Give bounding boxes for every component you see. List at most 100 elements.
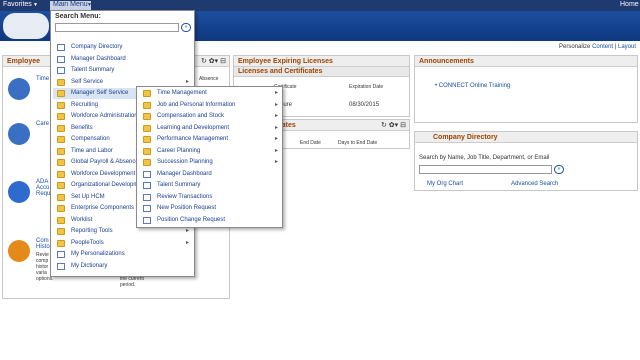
end-date-column-header: End Date [300, 140, 321, 146]
main-menu-item-label: Workforce Administration [71, 113, 138, 119]
advanced-search-link[interactable]: Advanced Search [511, 181, 558, 187]
folder-icon [57, 147, 65, 155]
submenu-item[interactable]: Career Planning ▸ [139, 146, 282, 157]
main-menu-item-label: My Dictionary [71, 262, 108, 269]
folder-icon [57, 159, 65, 166]
submenu-item-label: Career Planning [157, 147, 201, 154]
submenu-item-label: Learning and Development [157, 124, 230, 131]
pagelet-tools-icon[interactable]: ↻ ✿▾ ⊟ [201, 57, 226, 65]
main-menu-item[interactable]: Talent Summary [53, 65, 193, 76]
folder-icon [57, 170, 65, 178]
personalize-label: Personalize [559, 44, 591, 50]
main-menu-item-label: Workforce Development [71, 170, 136, 177]
submenu-item[interactable]: Compensation and Stock ▸ [139, 111, 282, 122]
folder-icon [143, 136, 151, 143]
menu-search-button[interactable]: » [181, 23, 191, 32]
folder-icon [57, 228, 65, 235]
folder-icon [143, 113, 151, 120]
personalize-bar: Personalize Content | Layout [559, 44, 636, 50]
submenu-arrow-icon: ▸ [185, 239, 189, 246]
main-menu-chevron-icon[interactable]: ▼ [87, 2, 92, 8]
folder-icon [57, 239, 65, 247]
main-menu-item-label: Self Service [71, 78, 104, 85]
accessibility-icon[interactable] [8, 181, 30, 203]
document-icon [57, 55, 65, 63]
directory-search-label: Search by Name, Job Title, Department, o… [419, 155, 550, 161]
submenu-item[interactable]: Review Transactions [139, 192, 282, 203]
ada-tile-title[interactable]: ADA Acco Requ [36, 179, 50, 197]
directory-search-button[interactable]: » [554, 165, 564, 174]
company-directory-pagelet: Company Directory Search by Name, Job Ti… [414, 131, 638, 191]
folder-icon [57, 216, 65, 224]
document-icon [57, 67, 65, 74]
compensation-tile-icon[interactable] [8, 240, 30, 262]
announcement-item[interactable]: CONNECT Online Training [439, 83, 511, 89]
main-menu-item-label: Time and Labor [71, 147, 113, 154]
submenu-arrow-icon: ▸ [274, 101, 278, 108]
folder-icon [143, 101, 151, 109]
licenses-subtitle: Licenses and Certificates [234, 67, 409, 77]
document-icon [57, 262, 65, 270]
submenu-arrow-icon: ▸ [274, 124, 278, 131]
announcement-link[interactable]: • CONNECT Online Training [435, 83, 510, 89]
license-row-date: 08/30/2015 [349, 102, 380, 108]
main-menu-item[interactable]: Manager Dashboard [53, 54, 193, 65]
directory-search-input[interactable] [419, 165, 552, 174]
submenu-item-label: Manager Dashboard [157, 170, 212, 177]
submenu-item-label: Job and Personal Information [157, 101, 236, 108]
submenu-item[interactable]: Succession Planning ▸ [139, 157, 282, 168]
submenu-item[interactable]: Time Management ▸ [139, 88, 282, 99]
favorites-chevron-icon[interactable]: ▼ [33, 2, 38, 8]
expiration-tools-icon[interactable]: ↻ ✿▾ ⊟ [381, 121, 406, 129]
main-menu-item-label: Global Payroll & Absence [71, 159, 139, 165]
submenu-item[interactable]: Manager Dashboard [139, 169, 282, 180]
main-menu-item[interactable]: My Dictionary [53, 261, 193, 272]
document-icon [57, 44, 65, 51]
main-menu-item-label: Manager Dashboard [71, 55, 126, 62]
submenu-item-label: Succession Planning [157, 159, 213, 165]
submenu-arrow-icon: ▸ [274, 159, 278, 165]
compensation-tile-title[interactable]: Com Histo [36, 238, 50, 250]
submenu-item[interactable]: Position Change Request [139, 215, 282, 226]
main-menu-item-label: Enterprise Components [71, 205, 135, 211]
submenu-arrow-icon: ▸ [274, 113, 278, 119]
folder-icon [57, 205, 65, 212]
folder-icon [143, 147, 151, 155]
submenu-item[interactable]: Talent Summary [139, 180, 282, 191]
document-icon [143, 216, 151, 224]
home-link[interactable]: Home [620, 1, 639, 8]
company-logo [3, 13, 49, 39]
submenu-item[interactable]: Job and Personal Information ▸ [139, 100, 282, 111]
main-menu-item-label: Manager Self Service [71, 90, 129, 96]
submenu-item-label: New Position Request [157, 205, 217, 211]
submenu-item[interactable]: Performance Management ▸ [139, 134, 282, 145]
personalize-separator: | [614, 44, 617, 50]
org-chart-link[interactable]: My Org Chart [427, 181, 463, 187]
announcements-header: Announcements [415, 56, 637, 67]
menu-search-input[interactable] [55, 23, 179, 32]
document-icon [143, 170, 151, 178]
personalize-content-link[interactable]: Content [592, 44, 613, 50]
favorites-menu[interactable]: Favorites [3, 1, 32, 8]
folder-icon [57, 78, 65, 86]
main-menu-item[interactable]: My Personalizations [53, 249, 193, 260]
career-tile-title[interactable]: Care [36, 121, 49, 127]
career-tile-icon[interactable] [8, 123, 30, 145]
submenu-item-label: Compensation and Stock [157, 113, 225, 119]
folder-icon [57, 136, 65, 143]
company-directory-header: Company Directory [415, 132, 637, 143]
submenu-item-label: Performance Management [157, 136, 229, 142]
time-tile-icon[interactable] [8, 78, 30, 100]
submenu-item-label: Position Change Request [157, 216, 226, 223]
time-tile-title[interactable]: Time [36, 76, 49, 82]
document-icon [143, 205, 151, 212]
submenu-item[interactable]: New Position Request [139, 203, 282, 214]
main-menu-item[interactable]: Company Directory [53, 42, 193, 53]
search-menu-title: Search Menu: [55, 13, 101, 20]
absence-label[interactable]: Absence [199, 76, 218, 82]
submenu-item[interactable]: Learning and Development ▸ [139, 123, 282, 134]
main-menu-item-label: PeopleTools [71, 239, 104, 246]
personalize-layout-link[interactable]: Layout [618, 44, 636, 50]
main-menu-item[interactable]: PeopleTools ▸ [53, 238, 193, 249]
announcements-title: Announcements [419, 58, 474, 65]
